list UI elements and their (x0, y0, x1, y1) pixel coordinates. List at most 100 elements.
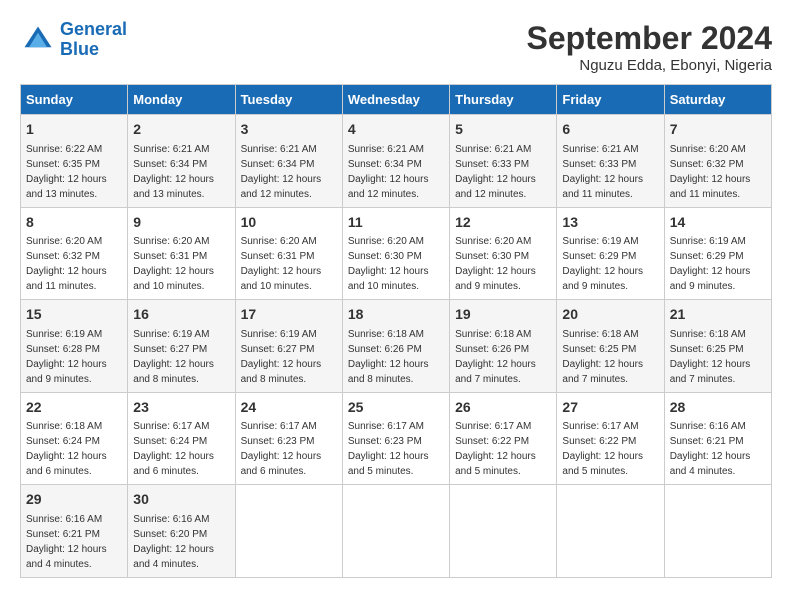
calendar-cell: 1 Sunrise: 6:22 AMSunset: 6:35 PMDaylight… (21, 115, 128, 208)
day-info: Sunrise: 6:17 AMSunset: 6:22 PMDaylight:… (455, 421, 536, 477)
calendar-cell: 2 Sunrise: 6:21 AMSunset: 6:34 PMDaylight… (128, 115, 235, 208)
header-saturday: Saturday (664, 85, 771, 115)
calendar-cell: 15 Sunrise: 6:19 AMSunset: 6:28 PMDayligh… (21, 300, 128, 393)
calendar-cell (557, 485, 664, 578)
calendar-cell: 27 Sunrise: 6:17 AMSunset: 6:22 PMDayligh… (557, 392, 664, 485)
day-number: 3 (241, 120, 337, 140)
day-number: 1 (26, 120, 122, 140)
calendar-cell: 3 Sunrise: 6:21 AMSunset: 6:34 PMDaylight… (235, 115, 342, 208)
day-info: Sunrise: 6:16 AMSunset: 6:21 PMDaylight:… (26, 514, 107, 570)
calendar-cell: 20 Sunrise: 6:18 AMSunset: 6:25 PMDayligh… (557, 300, 664, 393)
logo-line1: General (60, 19, 127, 39)
day-info: Sunrise: 6:18 AMSunset: 6:26 PMDaylight:… (455, 329, 536, 385)
calendar-cell: 29 Sunrise: 6:16 AMSunset: 6:21 PMDayligh… (21, 485, 128, 578)
day-info: Sunrise: 6:19 AMSunset: 6:28 PMDaylight:… (26, 329, 107, 385)
day-info: Sunrise: 6:17 AMSunset: 6:23 PMDaylight:… (241, 421, 322, 477)
month-title: September 2024 (527, 20, 772, 57)
day-info: Sunrise: 6:19 AMSunset: 6:27 PMDaylight:… (133, 329, 214, 385)
day-number: 23 (133, 398, 229, 418)
calendar-cell: 12 Sunrise: 6:20 AMSunset: 6:30 PMDayligh… (450, 207, 557, 300)
calendar-cell: 24Sunrise: 6:17 AMSunset: 6:23 PMDayligh… (235, 392, 342, 485)
day-number: 20 (562, 305, 658, 325)
page-header: General Blue September 2024 Nguzu Edda, … (20, 20, 772, 74)
day-number: 15 (26, 305, 122, 325)
calendar-cell: 8 Sunrise: 6:20 AMSunset: 6:32 PMDaylight… (21, 207, 128, 300)
header-wednesday: Wednesday (342, 85, 449, 115)
day-number: 26 (455, 398, 551, 418)
calendar-cell: 23 Sunrise: 6:17 AMSunset: 6:24 PMDayligh… (128, 392, 235, 485)
day-number: 25 (348, 398, 444, 418)
day-number: 5 (455, 120, 551, 140)
day-number: 11 (348, 213, 444, 233)
day-info: Sunrise: 6:22 AMSunset: 6:35 PMDaylight:… (26, 144, 107, 200)
day-number: 17 (241, 305, 337, 325)
calendar-cell (235, 485, 342, 578)
calendar-cell (450, 485, 557, 578)
logo: General Blue (20, 20, 127, 60)
day-info: Sunrise: 6:16 AMSunset: 6:21 PMDaylight:… (670, 421, 751, 477)
day-info: Sunrise: 6:16 AMSunset: 6:20 PMDaylight:… (133, 514, 214, 570)
calendar-cell: 5Sunrise: 6:21 AMSunset: 6:33 PMDaylight… (450, 115, 557, 208)
day-info: Sunrise: 6:20 AMSunset: 6:31 PMDaylight:… (241, 236, 322, 292)
day-number: 6 (562, 120, 658, 140)
header-sunday: Sunday (21, 85, 128, 115)
day-info: Sunrise: 6:17 AMSunset: 6:24 PMDaylight:… (133, 421, 214, 477)
day-info: Sunrise: 6:20 AMSunset: 6:30 PMDaylight:… (348, 236, 429, 292)
calendar-cell: 10 Sunrise: 6:20 AMSunset: 6:31 PMDayligh… (235, 207, 342, 300)
calendar-week-4: 22 Sunrise: 6:18 AMSunset: 6:24 PMDayligh… (21, 392, 772, 485)
day-number: 30 (133, 490, 229, 510)
calendar-cell (342, 485, 449, 578)
calendar-week-1: 1 Sunrise: 6:22 AMSunset: 6:35 PMDaylight… (21, 115, 772, 208)
calendar-cell: 4 Sunrise: 6:21 AMSunset: 6:34 PMDaylight… (342, 115, 449, 208)
calendar-table: SundayMondayTuesdayWednesdayThursdayFrid… (20, 84, 772, 578)
calendar-cell: 17 Sunrise: 6:19 AMSunset: 6:27 PMDayligh… (235, 300, 342, 393)
logo-text: General Blue (60, 20, 127, 60)
calendar-cell: 16 Sunrise: 6:19 AMSunset: 6:27 PMDayligh… (128, 300, 235, 393)
calendar-cell: 21Sunrise: 6:18 AMSunset: 6:25 PMDayligh… (664, 300, 771, 393)
calendar-header-row: SundayMondayTuesdayWednesdayThursdayFrid… (21, 85, 772, 115)
calendar-cell: 18Sunrise: 6:18 AMSunset: 6:26 PMDayligh… (342, 300, 449, 393)
header-monday: Monday (128, 85, 235, 115)
day-info: Sunrise: 6:20 AMSunset: 6:32 PMDaylight:… (670, 144, 751, 200)
day-number: 19 (455, 305, 551, 325)
day-info: Sunrise: 6:20 AMSunset: 6:32 PMDaylight:… (26, 236, 107, 292)
day-number: 10 (241, 213, 337, 233)
day-info: Sunrise: 6:19 AMSunset: 6:29 PMDaylight:… (562, 236, 643, 292)
day-info: Sunrise: 6:21 AMSunset: 6:34 PMDaylight:… (348, 144, 429, 200)
calendar-cell: 30 Sunrise: 6:16 AMSunset: 6:20 PMDayligh… (128, 485, 235, 578)
day-info: Sunrise: 6:19 AMSunset: 6:27 PMDaylight:… (241, 329, 322, 385)
day-info: Sunrise: 6:21 AMSunset: 6:34 PMDaylight:… (133, 144, 214, 200)
calendar-cell: 19 Sunrise: 6:18 AMSunset: 6:26 PMDayligh… (450, 300, 557, 393)
day-number: 22 (26, 398, 122, 418)
day-info: Sunrise: 6:18 AMSunset: 6:25 PMDaylight:… (562, 329, 643, 385)
day-info: Sunrise: 6:17 AMSunset: 6:23 PMDaylight:… (348, 421, 429, 477)
day-number: 8 (26, 213, 122, 233)
calendar-cell: 6 Sunrise: 6:21 AMSunset: 6:33 PMDaylight… (557, 115, 664, 208)
calendar-cell: 28 Sunrise: 6:16 AMSunset: 6:21 PMDayligh… (664, 392, 771, 485)
day-info: Sunrise: 6:20 AMSunset: 6:30 PMDaylight:… (455, 236, 536, 292)
day-number: 18 (348, 305, 444, 325)
day-info: Sunrise: 6:21 AMSunset: 6:34 PMDaylight:… (241, 144, 322, 200)
location-title: Nguzu Edda, Ebonyi, Nigeria (527, 57, 772, 74)
day-info: Sunrise: 6:20 AMSunset: 6:31 PMDaylight:… (133, 236, 214, 292)
day-info: Sunrise: 6:18 AMSunset: 6:24 PMDaylight:… (26, 421, 107, 477)
calendar-week-2: 8 Sunrise: 6:20 AMSunset: 6:32 PMDaylight… (21, 207, 772, 300)
calendar-cell (664, 485, 771, 578)
day-number: 4 (348, 120, 444, 140)
day-number: 29 (26, 490, 122, 510)
calendar-cell: 14Sunrise: 6:19 AMSunset: 6:29 PMDayligh… (664, 207, 771, 300)
day-number: 16 (133, 305, 229, 325)
day-number: 21 (670, 305, 766, 325)
logo-icon (20, 22, 56, 58)
day-number: 9 (133, 213, 229, 233)
header-tuesday: Tuesday (235, 85, 342, 115)
header-thursday: Thursday (450, 85, 557, 115)
day-number: 28 (670, 398, 766, 418)
day-number: 12 (455, 213, 551, 233)
day-info: Sunrise: 6:17 AMSunset: 6:22 PMDaylight:… (562, 421, 643, 477)
day-info: Sunrise: 6:21 AMSunset: 6:33 PMDaylight:… (562, 144, 643, 200)
day-number: 7 (670, 120, 766, 140)
day-number: 2 (133, 120, 229, 140)
day-number: 27 (562, 398, 658, 418)
calendar-cell: 22 Sunrise: 6:18 AMSunset: 6:24 PMDayligh… (21, 392, 128, 485)
